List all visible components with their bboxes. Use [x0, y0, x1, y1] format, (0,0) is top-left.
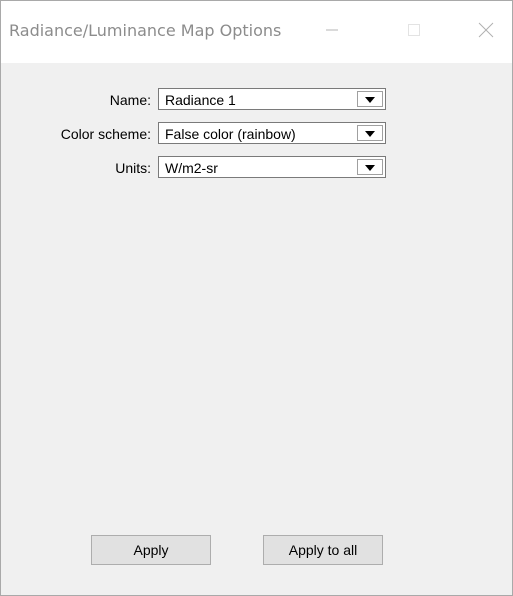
- units-select-value: W/m2-sr: [165, 160, 218, 176]
- color-scheme-row: Color scheme: False color (rainbow): [1, 122, 512, 146]
- units-label: Units:: [115, 160, 151, 176]
- color-scheme-label: Color scheme:: [60, 126, 151, 142]
- dropdown-arrow-icon: [365, 158, 375, 176]
- name-select[interactable]: Radiance 1: [158, 88, 386, 110]
- minimize-icon: [325, 23, 339, 42]
- apply-button[interactable]: Apply: [91, 535, 211, 565]
- units-dropdown-button[interactable]: [357, 159, 383, 175]
- units-select[interactable]: W/m2-sr: [158, 156, 386, 178]
- title-bar[interactable]: Radiance/Luminance Map Options: [1, 1, 512, 63]
- color-scheme-select-value: False color (rainbow): [165, 126, 296, 142]
- name-row: Name: Radiance 1: [1, 88, 512, 112]
- dialog-window: Radiance/Luminance Map Options Name: Rad…: [0, 0, 513, 596]
- close-button[interactable]: [463, 9, 509, 55]
- color-scheme-dropdown-button[interactable]: [357, 125, 383, 141]
- apply-to-all-button[interactable]: Apply to all: [263, 535, 383, 565]
- maximize-button[interactable]: [391, 9, 437, 55]
- maximize-icon: [407, 23, 421, 42]
- color-scheme-select[interactable]: False color (rainbow): [158, 122, 386, 144]
- name-dropdown-button[interactable]: [357, 91, 383, 107]
- close-icon: [478, 22, 494, 43]
- window-title: Radiance/Luminance Map Options: [9, 21, 282, 40]
- name-select-value: Radiance 1: [165, 92, 236, 108]
- name-label: Name:: [109, 92, 151, 108]
- minimize-button[interactable]: [309, 9, 355, 55]
- dropdown-arrow-icon: [365, 124, 375, 142]
- units-row: Units: W/m2-sr: [1, 156, 512, 180]
- dialog-content: Name: Radiance 1 Color scheme: False col…: [1, 63, 512, 595]
- dropdown-arrow-icon: [365, 90, 375, 108]
